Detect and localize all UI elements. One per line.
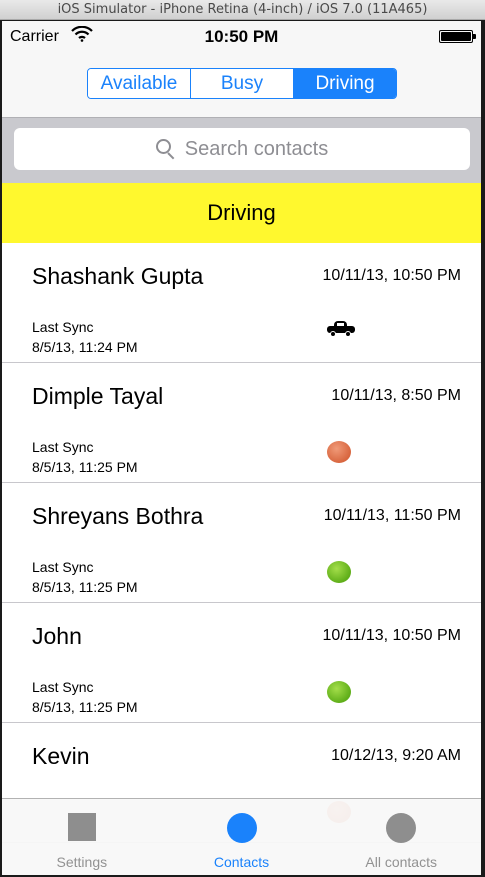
status-bar: Carrier 10:50 PM [2,21,481,55]
simulator-title-bar: iOS Simulator - iPhone Retina (4-inch) /… [0,0,485,20]
tab-all-contacts[interactable]: All contacts [321,799,481,875]
contact-time: 10/11/13, 10:50 PM [322,627,461,644]
segment-busy[interactable]: Busy [191,69,294,98]
segment-available[interactable]: Available [88,69,191,98]
contact-row[interactable]: John 10/11/13, 10:50 PM Last Sync 8/5/13… [2,603,481,723]
last-sync-label: Last Sync [32,439,94,455]
green-dot-icon [327,561,351,583]
contact-name: Shashank Gupta [32,263,204,289]
green-dot-icon [327,681,351,703]
tab-contacts[interactable]: Contacts [162,799,322,875]
last-sync-label: Last Sync [32,679,94,695]
last-sync-date: 8/5/13, 11:25 PM [32,459,138,475]
tab-settings[interactable]: Settings [2,799,162,875]
circle-icon [386,813,417,843]
orange-dot-icon [327,441,351,463]
contact-time: 10/11/13, 10:50 PM [322,267,461,284]
contact-row[interactable]: Shreyans Bothra 10/11/13, 11:50 PM Last … [2,483,481,603]
tab-label: Settings [56,854,108,870]
square-icon [67,813,96,841]
circle-icon [226,813,257,843]
search-input[interactable]: Search contacts [14,128,470,170]
contact-time: 10/11/13, 8:50 PM [331,387,461,404]
section-header: Driving [2,183,481,243]
tab-bar: Settings Contacts All contacts [2,798,481,875]
section-title: Driving [207,200,276,225]
search-placeholder: Search contacts [184,137,329,160]
last-sync-date: 8/5/13, 11:25 PM [32,579,138,595]
contact-row[interactable]: Shashank Gupta 10/11/13, 10:50 PM Last S… [2,243,481,363]
contact-name: Kevin [32,743,90,769]
contact-row[interactable]: Dimple Tayal 10/11/13, 8:50 PM Last Sync… [2,363,481,483]
segment-driving[interactable]: Driving [294,69,396,98]
last-sync-date: 8/5/13, 11:24 PM [32,339,138,355]
status-time: 10:50 PM [204,27,279,46]
tab-label: All contacts [365,854,437,870]
tab-label: Contacts [213,854,270,870]
battery-icon [439,30,476,43]
search-bar: Search contacts [2,117,481,183]
phone-screen: Carrier 10:50 PM Available Busy Driving … [2,21,481,875]
contact-name: Dimple Tayal [32,383,164,409]
contact-time: 10/11/13, 11:50 PM [323,507,461,524]
contact-name: Shreyans Bothra [32,503,204,529]
contact-name: John [32,623,82,649]
navigation-bar: Available Busy Driving [2,55,481,117]
search-icon [155,139,176,160]
last-sync-date: 8/5/13, 11:25 PM [32,699,138,715]
status-segmented-control: Available Busy Driving [87,68,397,99]
last-sync-label: Last Sync [32,319,94,335]
last-sync-label: Last Sync [32,559,94,575]
contacts-list: Shashank Gupta 10/11/13, 10:50 PM Last S… [2,243,481,843]
contact-time: 10/12/13, 9:20 AM [331,747,461,764]
